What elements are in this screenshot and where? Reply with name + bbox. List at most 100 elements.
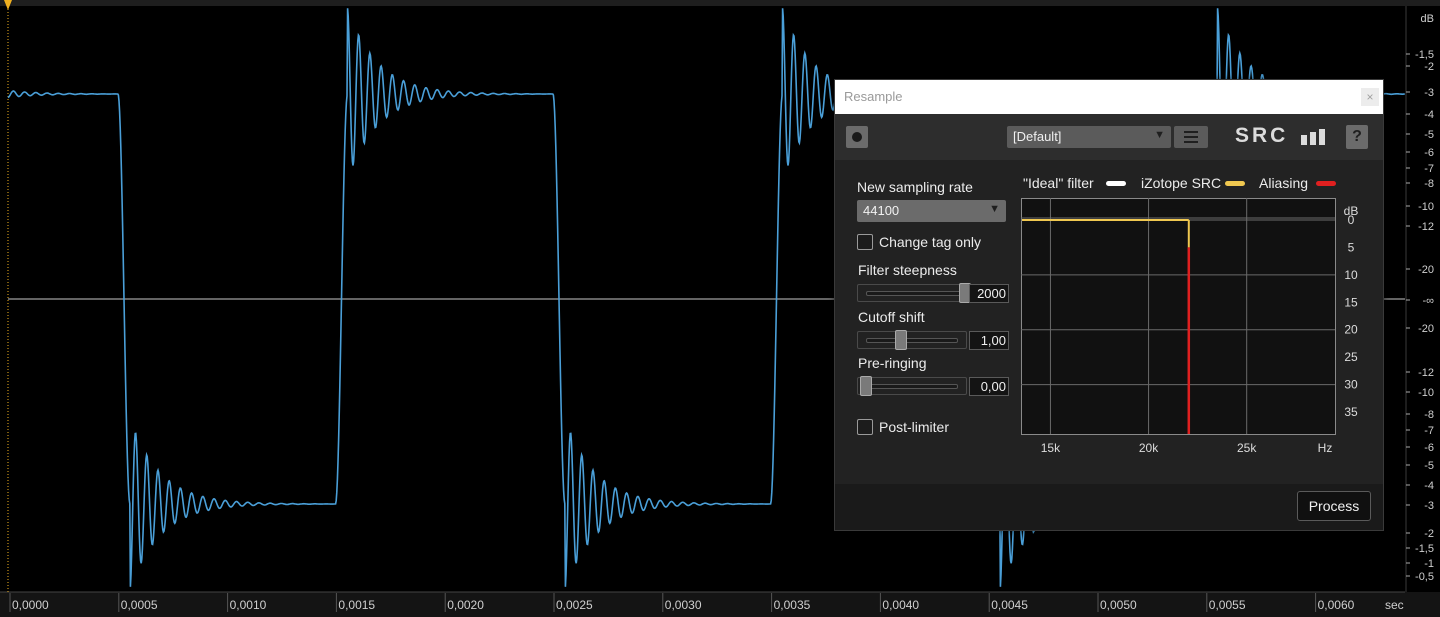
time-label: 0,0055 bbox=[1209, 598, 1246, 612]
db-scale-label: -8 bbox=[1424, 409, 1434, 421]
time-label: 0,0020 bbox=[447, 598, 484, 612]
menu-line-icon bbox=[1184, 131, 1198, 133]
db-scale-label: -6 bbox=[1424, 147, 1434, 159]
time-label: 0,0025 bbox=[556, 598, 593, 612]
record-dot-icon bbox=[852, 132, 862, 142]
freq-tick-label: 20k bbox=[1139, 441, 1159, 455]
freq-unit-label: Hz bbox=[1318, 441, 1333, 455]
db-scale-label: -10 bbox=[1418, 201, 1434, 213]
time-label: 0,0045 bbox=[991, 598, 1028, 612]
freq-tick-label: 25k bbox=[1237, 441, 1257, 455]
legend-aliasing-swatch bbox=[1316, 181, 1336, 186]
new-sampling-rate-label: New sampling rate bbox=[857, 179, 973, 195]
filter-steepness-label: Filter steepness bbox=[858, 262, 957, 278]
resample-dialog: Resample × [Default] ▼ SRC ? New samplin… bbox=[834, 79, 1384, 531]
slider-track bbox=[866, 384, 958, 389]
help-button[interactable]: ? bbox=[1346, 125, 1368, 149]
preset-menu-button[interactable] bbox=[1174, 126, 1208, 148]
db-tick-label: 20 bbox=[1344, 323, 1358, 337]
menu-line-icon bbox=[1184, 136, 1198, 138]
db-scale-label: -6 bbox=[1424, 442, 1434, 454]
dialog-toolbar: [Default] ▼ SRC ? bbox=[835, 114, 1383, 160]
pre-ringing-slider[interactable] bbox=[857, 376, 967, 396]
db-tick-label: 10 bbox=[1344, 268, 1358, 282]
db-scale-label: -1,5 bbox=[1415, 543, 1434, 555]
db-scale-label: -1 bbox=[1424, 558, 1434, 570]
db-scale-label: -20 bbox=[1418, 323, 1434, 335]
time-label: 0,0010 bbox=[230, 598, 267, 612]
freq-tick-label: 15k bbox=[1041, 441, 1061, 455]
menu-line-icon bbox=[1184, 141, 1198, 143]
filter-steepness-slider[interactable] bbox=[857, 283, 985, 303]
process-button[interactable]: Process bbox=[1297, 491, 1371, 521]
slider-thumb[interactable] bbox=[860, 376, 872, 396]
db-scale-label: -2 bbox=[1424, 528, 1434, 540]
db-tick-label: 30 bbox=[1344, 378, 1358, 392]
db-scale-label: -3 bbox=[1424, 500, 1434, 512]
src-logo-bars-icon bbox=[1301, 129, 1327, 145]
sampling-rate-dropdown[interactable]: 44100 ▼ bbox=[857, 200, 1006, 222]
preset-dropdown[interactable]: [Default] ▼ bbox=[1007, 126, 1171, 148]
dialog-titlebar[interactable]: Resample × bbox=[835, 80, 1383, 114]
post-limiter-label: Post-limiter bbox=[879, 419, 950, 435]
time-label: 0,0035 bbox=[774, 598, 811, 612]
chevron-down-icon: ▼ bbox=[1154, 129, 1165, 141]
sampling-rate-value: 44100 bbox=[863, 203, 900, 218]
slider-track bbox=[866, 338, 958, 343]
pre-ringing-field[interactable]: 0,00 bbox=[969, 377, 1009, 396]
change-tag-only-checkbox[interactable] bbox=[857, 234, 873, 250]
db-scale-label: -5 bbox=[1424, 460, 1434, 472]
db-scale-label: -4 bbox=[1424, 109, 1434, 121]
cutoff-shift-label: Cutoff shift bbox=[858, 309, 925, 325]
time-label: 0,0015 bbox=[338, 598, 375, 612]
db-scale-label: -3 bbox=[1424, 87, 1434, 99]
db-scale-label: -8 bbox=[1424, 178, 1434, 190]
dialog-title: Resample bbox=[844, 89, 903, 104]
db-tick-label: 5 bbox=[1348, 240, 1355, 254]
db-scale-label: -1,5 bbox=[1415, 49, 1434, 61]
time-unit-label: sec bbox=[1385, 598, 1404, 612]
db-scale-label: -12 bbox=[1418, 221, 1434, 233]
db-scale-label: -7 bbox=[1424, 425, 1434, 437]
db-scale-label: dB bbox=[1421, 13, 1434, 25]
legend-ideal-swatch bbox=[1106, 181, 1126, 186]
time-label: 0,0060 bbox=[1318, 598, 1355, 612]
db-tick-label: 25 bbox=[1344, 350, 1358, 364]
close-icon[interactable]: × bbox=[1361, 88, 1379, 106]
filter-steepness-field[interactable]: 2000 bbox=[969, 284, 1009, 303]
db-scale-label: -12 bbox=[1418, 367, 1434, 379]
time-label: 0,0030 bbox=[665, 598, 702, 612]
db-tick-label: 0 bbox=[1348, 213, 1355, 227]
legend-aliasing-label: Aliasing bbox=[1259, 175, 1309, 191]
db-tick-label: 35 bbox=[1344, 405, 1358, 419]
cutoff-shift-field[interactable]: 1,00 bbox=[969, 331, 1009, 350]
db-scale-label: -0,5 bbox=[1415, 571, 1434, 583]
db-scale-label: -5 bbox=[1424, 129, 1434, 141]
time-label: 0,0040 bbox=[882, 598, 919, 612]
time-label: 0,0050 bbox=[1100, 598, 1137, 612]
db-scale-label: -20 bbox=[1418, 264, 1434, 276]
post-limiter-checkbox[interactable] bbox=[857, 419, 873, 435]
pre-ringing-label: Pre-ringing bbox=[858, 355, 927, 371]
db-scale-label: -∞ bbox=[1422, 295, 1434, 307]
legend-izotope-label: iZotope SRC bbox=[1141, 175, 1222, 191]
src-logo: SRC bbox=[1235, 124, 1289, 147]
change-tag-only-label: Change tag only bbox=[879, 234, 981, 250]
graph-plot-area bbox=[1021, 198, 1336, 435]
chevron-down-icon: ▼ bbox=[989, 203, 1000, 215]
db-scale-label: -10 bbox=[1418, 387, 1434, 399]
filter-response-graph: 15k 20k 25k HzdB05101520253035 bbox=[1021, 198, 1358, 455]
legend-ideal-label: "Ideal" filter bbox=[1023, 175, 1094, 191]
top-ruler bbox=[0, 0, 1440, 6]
legend-izotope-swatch bbox=[1225, 181, 1245, 186]
db-scale-label: -2 bbox=[1424, 61, 1434, 73]
db-scale-label: -4 bbox=[1424, 480, 1434, 492]
preset-value: [Default] bbox=[1013, 129, 1062, 144]
time-label: 0,0005 bbox=[121, 598, 158, 612]
slider-thumb[interactable] bbox=[895, 330, 908, 350]
cutoff-shift-slider[interactable] bbox=[857, 330, 967, 350]
preset-toggle-button[interactable] bbox=[846, 126, 868, 148]
db-scale-label: -7 bbox=[1424, 163, 1434, 175]
time-label: 0,0000 bbox=[12, 598, 49, 612]
db-tick-label: 15 bbox=[1344, 295, 1358, 309]
